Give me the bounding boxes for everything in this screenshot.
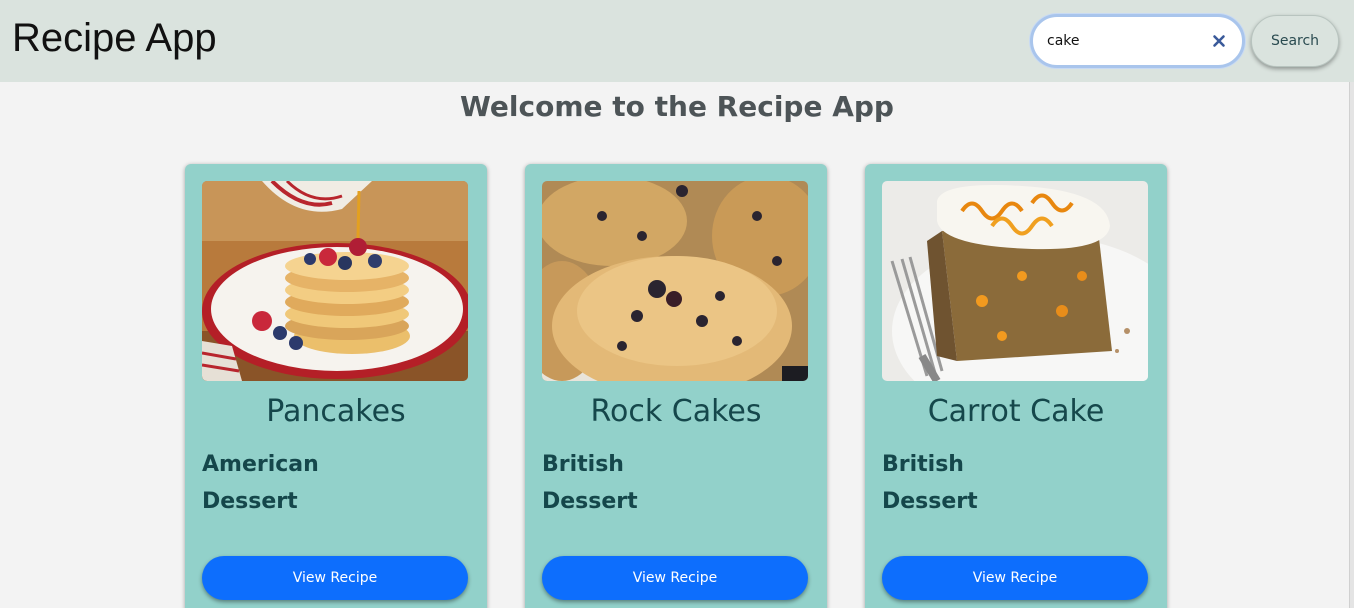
carrot-cake-photo bbox=[882, 181, 1148, 381]
app-header: Recipe App Search bbox=[0, 0, 1354, 82]
recipe-category: Dessert bbox=[882, 489, 978, 514]
recipe-card: Pancakes American Dessert View Recipe bbox=[185, 164, 487, 608]
recipe-title: Rock Cakes bbox=[590, 394, 762, 429]
recipe-card: Carrot Cake British Dessert View Recipe bbox=[865, 164, 1167, 608]
recipe-category: Dessert bbox=[202, 489, 298, 514]
recipe-area: British bbox=[542, 452, 624, 477]
welcome-heading: Welcome to the Recipe App bbox=[460, 90, 894, 123]
view-recipe-button[interactable]: View Recipe bbox=[202, 556, 468, 600]
pancakes-photo bbox=[202, 181, 468, 381]
recipe-title: Carrot Cake bbox=[927, 394, 1105, 429]
search-input[interactable] bbox=[1047, 17, 1207, 65]
search-box[interactable] bbox=[1030, 14, 1245, 68]
view-recipe-button[interactable]: View Recipe bbox=[882, 556, 1148, 600]
page-scrollbar[interactable] bbox=[1349, 82, 1354, 608]
recipe-area: British bbox=[882, 452, 964, 477]
view-recipe-button[interactable]: View Recipe bbox=[542, 556, 808, 600]
app-title: Recipe App bbox=[12, 16, 217, 60]
recipe-area: American bbox=[202, 452, 319, 477]
rock-cakes-photo bbox=[542, 181, 808, 381]
recipe-category: Dessert bbox=[542, 489, 638, 514]
recipe-card: Rock Cakes British Dessert View Recipe bbox=[525, 164, 827, 608]
search-button[interactable]: Search bbox=[1251, 15, 1339, 67]
close-icon[interactable] bbox=[1210, 32, 1228, 50]
recipe-title: Pancakes bbox=[266, 394, 406, 429]
